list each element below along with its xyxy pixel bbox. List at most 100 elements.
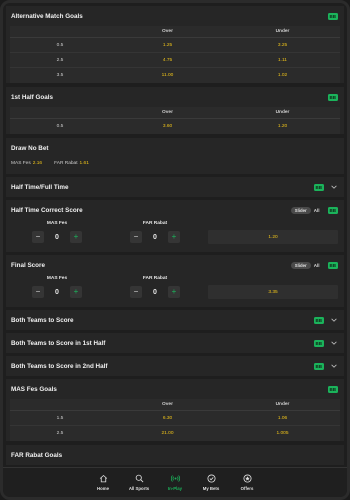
chevron-down-icon[interactable] (330, 339, 338, 347)
nav-my-bets[interactable]: My Bets (193, 468, 229, 497)
chevron-down-icon[interactable] (330, 362, 338, 370)
offers-icon (242, 474, 252, 483)
view-toggle: Slider All (290, 206, 320, 214)
column-header-over: Over (162, 402, 173, 407)
bet-builder-badge: BB (313, 316, 324, 324)
market-header[interactable]: Both Teams to Score BB (6, 310, 344, 330)
increment-button[interactable]: + (70, 231, 82, 243)
chevron-down-icon[interactable] (330, 183, 338, 191)
over-odds[interactable]: 11.00 (110, 73, 225, 78)
increment-button[interactable]: + (70, 286, 82, 298)
selection-away[interactable]: FAR Rabat 1.61 (54, 161, 89, 166)
away-score-stepper: − 0 + (130, 231, 180, 243)
market-title: Both Teams to Score in 2nd Half (11, 362, 108, 370)
away-score-stepper: − 0 + (130, 286, 180, 298)
score-slider-panel: MAS Fes − 0 + FAR Rabat − 0 + 3.35 (6, 275, 344, 307)
market-header[interactable]: 1st Half Goals BB (6, 87, 344, 107)
away-score-value: 0 (153, 288, 157, 296)
market-far-rabat-goals: FAR Rabat Goals (6, 445, 344, 465)
away-score-value: 0 (153, 233, 157, 241)
search-icon (135, 474, 143, 483)
home-odds: 2.16 (32, 161, 43, 166)
market-header[interactable]: Draw No Bet (6, 138, 344, 158)
nav-label: My Bets (202, 486, 220, 491)
over-odds[interactable]: 3.60 (110, 124, 225, 129)
live-icon (170, 475, 180, 482)
correct-score-odds[interactable]: 1.20 (208, 230, 338, 244)
column-header-over: Over (162, 110, 173, 115)
home-score-value: 0 (55, 233, 59, 241)
market-1st-half-goals: 1st Half Goals BB Over Under 0.5 3.60 1.… (6, 87, 344, 134)
over-odds[interactable]: 6.30 (110, 416, 225, 421)
decrement-button[interactable]: − (32, 286, 44, 298)
over-odds[interactable]: 1.25 (110, 43, 225, 48)
under-odds[interactable]: 1.20 (225, 124, 340, 129)
market-btts-2nd-half: Both Teams to Score in 2nd Half BB (6, 356, 344, 376)
correct-score-odds[interactable]: 3.35 (208, 285, 338, 299)
under-odds[interactable]: 1.06 (225, 416, 340, 421)
nav-offers[interactable]: Offers (229, 468, 265, 497)
slider-toggle[interactable]: Slider (290, 206, 311, 214)
bet-builder-badge: BB (313, 362, 324, 370)
market-header[interactable]: Both Teams to Score in 1st Half BB (6, 333, 344, 353)
away-score-selector: FAR Rabat − 0 + (110, 276, 200, 298)
selection-home[interactable]: MAS Fes 2.16 (11, 161, 42, 166)
odds-table: Over Under 0.5 3.60 1.20 (10, 107, 340, 134)
market-title: Final Score (11, 261, 45, 269)
market-both-teams-to-score: Both Teams to Score BB (6, 310, 344, 330)
market-title: FAR Rabat Goals (11, 451, 63, 459)
home-team-name: MAS Fes (46, 276, 68, 281)
market-title: Alternative Match Goals (11, 12, 83, 20)
line-value: 2.5 (56, 431, 64, 436)
bet-builder-badge: BB (313, 183, 324, 191)
market-title: Both Teams to Score (11, 316, 74, 324)
market-header[interactable]: MAS Fes Goals BB (6, 379, 344, 399)
market-header[interactable]: Final Score Slider All BB (6, 255, 344, 275)
market-title: Draw No Bet (11, 144, 49, 152)
market-header[interactable]: Alternative Match Goals BB (6, 6, 344, 26)
nav-all-sports[interactable]: All Sports (121, 468, 157, 497)
nav-home[interactable]: Home (85, 468, 121, 497)
all-toggle[interactable]: All (314, 263, 320, 268)
line-value: 3.5 (56, 73, 64, 78)
bottom-navigation: Home All Sports In-Play My Bets Offers (3, 467, 347, 497)
over-odds[interactable]: 21.00 (110, 431, 225, 436)
team-label: MAS Fes (11, 161, 31, 166)
line-value: 0.5 (56, 42, 64, 48)
nav-label: Home (97, 486, 109, 491)
market-alternative-match-goals: Alternative Match Goals BB Over Under 0.… (6, 6, 344, 83)
home-score-stepper: − 0 + (32, 231, 82, 243)
score-slider-panel: MAS Fes − 0 + FAR Rabat − 0 + 1.20 (6, 220, 344, 252)
market-header[interactable]: FAR Rabat Goals (6, 445, 344, 465)
away-team-name: FAR Rabat (142, 276, 168, 281)
nav-label: In-Play (167, 486, 183, 491)
bet-builder-badge: BB (313, 339, 324, 347)
over-odds[interactable]: 4.75 (110, 58, 225, 63)
home-score-stepper: − 0 + (32, 286, 82, 298)
bet-builder-badge: BB (327, 12, 338, 20)
market-btts-1st-half: Both Teams to Score in 1st Half BB (6, 333, 344, 353)
home-icon (99, 474, 107, 483)
increment-button[interactable]: + (168, 286, 180, 298)
under-odds[interactable]: 1.02 (225, 73, 340, 78)
team-label: FAR Rabat (54, 161, 78, 166)
market-header[interactable]: Both Teams to Score in 2nd Half BB (6, 356, 344, 376)
under-odds[interactable]: 1.11 (225, 58, 340, 63)
all-toggle[interactable]: All (314, 208, 320, 213)
under-odds[interactable]: 1.005 (225, 431, 340, 436)
market-title: MAS Fes Goals (11, 385, 57, 393)
decrement-button[interactable]: − (130, 286, 142, 298)
decrement-button[interactable]: − (130, 231, 142, 243)
bet-builder-badge: BB (327, 93, 338, 101)
decrement-button[interactable]: − (32, 231, 44, 243)
under-odds[interactable]: 3.25 (225, 43, 340, 48)
column-header-under: Under (275, 29, 290, 34)
market-header[interactable]: Half Time Correct Score Slider All BB (6, 200, 344, 220)
chevron-down-icon[interactable] (330, 316, 338, 324)
home-team-name: MAS Fes (46, 221, 68, 226)
increment-button[interactable]: + (168, 231, 180, 243)
slider-toggle[interactable]: Slider (290, 261, 311, 269)
nav-in-play[interactable]: In-Play (157, 468, 193, 497)
market-header[interactable]: Half Time/Full Time BB (6, 177, 344, 197)
market-title: Half Time Correct Score (11, 206, 83, 214)
